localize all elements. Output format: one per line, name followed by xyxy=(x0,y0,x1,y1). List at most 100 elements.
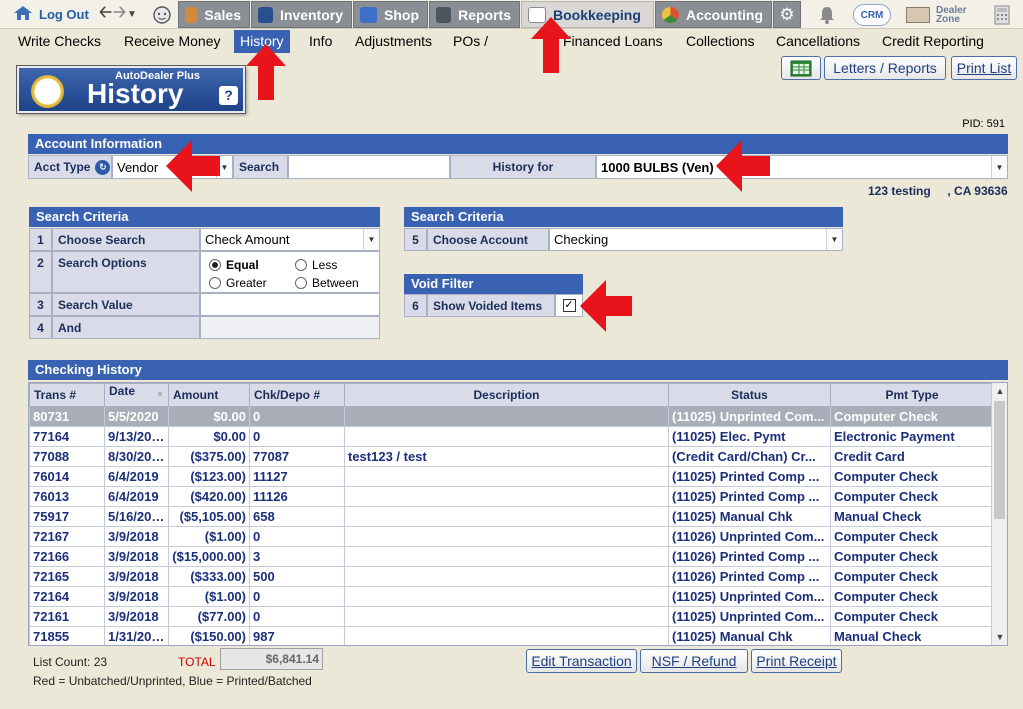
table-cell xyxy=(344,566,669,587)
refresh-circle-icon[interactable]: ↻ xyxy=(95,159,111,175)
tab-reports[interactable]: Reports xyxy=(429,1,520,28)
account-address: 123 testing , CA 93636 xyxy=(868,184,1008,198)
table-cell: 987 xyxy=(249,626,345,645)
subnav-financed-loans[interactable]: Financed Loans xyxy=(557,30,669,53)
salesperson-icon xyxy=(185,6,198,23)
checkbox-checked-icon[interactable]: ✓ xyxy=(562,299,576,312)
choose-account-select[interactable]: Checking ▼ xyxy=(549,228,843,251)
choose-search-label: Choose Search xyxy=(52,228,200,251)
table-cell: ($420.00) xyxy=(168,486,250,507)
calculator-button[interactable] xyxy=(990,2,1014,27)
search-value-label: Search Value xyxy=(52,293,200,316)
subnav-write-checks[interactable]: Write Checks xyxy=(12,30,107,53)
option-between[interactable]: Between xyxy=(295,276,359,290)
notifications-button[interactable] xyxy=(816,2,838,27)
table-row[interactable]: 77088 8/30/2019 ($375.00) 77087 test123 / te… xyxy=(29,446,994,467)
show-voided-checkbox-cell[interactable]: ✓ xyxy=(555,294,583,317)
col-chk-depo[interactable]: Chk/Depo # xyxy=(249,383,345,407)
scroll-down-icon[interactable]: ▼ xyxy=(992,629,1007,645)
table-cell: 3 xyxy=(249,546,345,567)
table-row[interactable]: 80731 5/5/2020 $0.00 0 (11025) Unprinted Com… xyxy=(29,406,994,427)
table-row[interactable]: 72167 3/9/2018 ($1.00) 0 (11026) Unprinted C… xyxy=(29,526,994,547)
tab-shop[interactable]: Shop xyxy=(353,1,428,28)
radio-icon[interactable] xyxy=(209,277,221,289)
bookkeeping-subnav: Write Checks Receive Money History Info … xyxy=(0,30,1023,53)
nsf-refund-button[interactable]: NSF / Refund xyxy=(640,649,748,673)
option-greater[interactable]: Greater xyxy=(209,276,267,290)
page-title-badge: AutoDealer Plus History ? xyxy=(16,65,246,114)
option-less[interactable]: Less xyxy=(295,258,337,272)
red-left-arrow-icon xyxy=(716,140,770,192)
user-face-icon[interactable] xyxy=(152,0,172,29)
total-value: $6,841.14 xyxy=(220,648,323,670)
chevron-down-icon[interactable]: ▼ xyxy=(127,9,138,20)
print-list-button[interactable]: Print List xyxy=(951,56,1017,80)
table-cell: ($333.00) xyxy=(168,566,250,587)
forward-arrow-icon[interactable]: 🡢 xyxy=(113,1,127,28)
table-row[interactable]: 75917 5/16/2019 ($5,105.00) 658 (11025) Manu… xyxy=(29,506,994,527)
history-nav-arrows[interactable]: 🡠 🡢 ▼ xyxy=(99,0,138,29)
subnav-cancellations[interactable]: Cancellations xyxy=(770,30,866,53)
crm-button[interactable]: CRM xyxy=(852,2,892,27)
dealer-zone-button[interactable]: Dealer Zone xyxy=(906,2,976,27)
radio-icon[interactable] xyxy=(295,259,307,271)
table-row[interactable]: 72165 3/9/2018 ($333.00) 500 (11026) Printed… xyxy=(29,566,994,587)
col-description[interactable]: Description xyxy=(344,383,669,407)
subnav-info[interactable]: Info xyxy=(303,30,338,53)
col-amount[interactable]: Amount xyxy=(168,383,250,407)
and-value-input[interactable] xyxy=(200,316,380,339)
logout-label: Log Out xyxy=(39,7,89,22)
table-row[interactable]: 76014 6/4/2019 ($123.00) 11127 (11025) Print… xyxy=(29,466,994,487)
chevron-down-icon[interactable]: ▼ xyxy=(991,156,1007,178)
tab-accounting[interactable]: Accounting xyxy=(655,1,772,28)
letters-reports-button[interactable]: Letters / Reports xyxy=(824,56,946,80)
print-receipt-button[interactable]: Print Receipt xyxy=(751,649,842,673)
table-cell: ($123.00) xyxy=(168,466,250,487)
table-row[interactable]: 72164 3/9/2018 ($1.00) 0 (11025) Unprinted C… xyxy=(29,586,994,607)
search-value-input[interactable] xyxy=(200,293,380,316)
vertical-scrollbar[interactable]: ▲ ▼ xyxy=(991,383,1007,645)
subnav-collections[interactable]: Collections xyxy=(680,30,760,53)
table-row[interactable]: 76013 6/4/2019 ($420.00) 11126 (11025) Print… xyxy=(29,486,994,507)
subnav-adjustments[interactable]: Adjustments xyxy=(349,30,438,53)
table-row[interactable]: 77164 9/13/2019 $0.00 0 (11025) Elec. Pymt El… xyxy=(29,426,994,447)
subnav-credit-reporting[interactable]: Credit Reporting xyxy=(876,30,990,53)
back-arrow-icon[interactable]: 🡠 xyxy=(99,1,113,28)
table-cell: ($77.00) xyxy=(168,606,250,627)
chevron-down-icon[interactable]: ▼ xyxy=(826,229,842,250)
subnav-receive-money[interactable]: Receive Money xyxy=(118,30,227,53)
col-status[interactable]: Status xyxy=(668,383,831,407)
account-search-input[interactable] xyxy=(288,155,450,179)
history-for-select[interactable]: 1000 BULBS (Ven) ▼ xyxy=(596,155,1008,179)
choose-search-select[interactable]: Check Amount ▼ xyxy=(200,228,380,251)
option-between-label: Between xyxy=(312,276,359,290)
tab-sales[interactable]: Sales xyxy=(178,1,250,28)
chevron-down-icon[interactable]: ▼ xyxy=(363,229,379,250)
table-row[interactable]: 72161 3/9/2018 ($77.00) 0 (11025) Unprinted … xyxy=(29,606,994,627)
col-pmt-type[interactable]: Pmt Type xyxy=(830,383,994,407)
col-trans[interactable]: Trans # xyxy=(29,383,105,407)
export-excel-button[interactable] xyxy=(781,56,821,80)
car-icon xyxy=(258,6,273,23)
table-cell xyxy=(344,626,669,645)
col-date[interactable]: Date ▼ xyxy=(104,383,169,407)
logout-link[interactable]: Log Out xyxy=(13,0,89,29)
void-filter-header: Void Filter xyxy=(404,274,583,294)
row-number: 6 xyxy=(404,294,427,317)
help-icon[interactable]: ? xyxy=(219,86,238,105)
scroll-up-icon[interactable]: ▲ xyxy=(992,383,1007,399)
settings-button[interactable]: ⚙ xyxy=(773,1,801,28)
scroll-thumb[interactable] xyxy=(994,401,1005,519)
radio-icon[interactable] xyxy=(209,259,221,271)
tab-inventory[interactable]: Inventory xyxy=(251,1,352,28)
table-cell: 0 xyxy=(249,526,345,547)
option-equal[interactable]: Equal xyxy=(209,258,259,272)
table-row[interactable]: 71855 1/31/2018 ($150.00) 987 (11025) Manual… xyxy=(29,626,994,645)
edit-transaction-button[interactable]: Edit Transaction xyxy=(526,649,637,673)
radio-icon[interactable] xyxy=(295,277,307,289)
cloud-icon: CRM xyxy=(853,3,891,26)
pie-chart-icon xyxy=(662,6,679,23)
red-up-arrow-icon xyxy=(246,44,286,100)
table-cell: 3/9/2018 xyxy=(104,566,169,587)
table-row[interactable]: 72166 3/9/2018 ($15,000.00) 3 (11026) Printe… xyxy=(29,546,994,567)
